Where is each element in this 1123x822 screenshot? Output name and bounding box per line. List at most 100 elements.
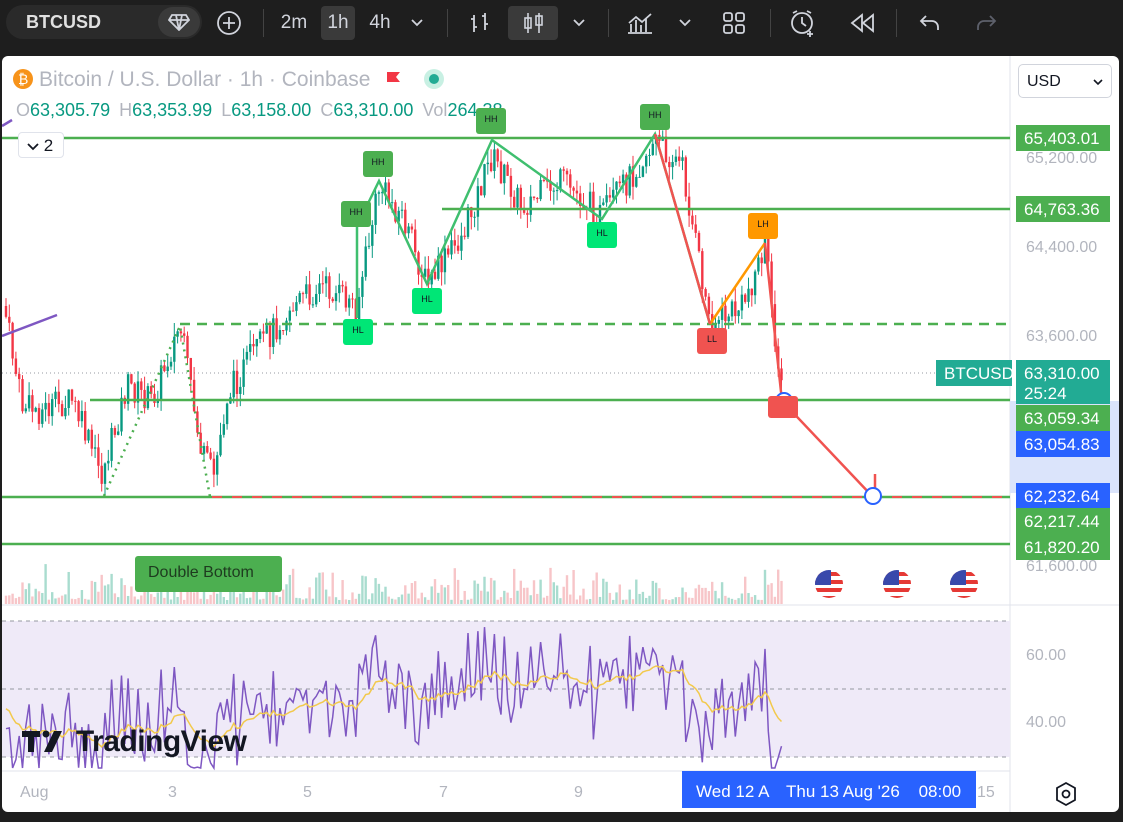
- candle-body: [707, 296, 711, 315]
- candle-body: [539, 179, 542, 200]
- volume-bar: [648, 595, 651, 604]
- candle-body: [8, 316, 11, 323]
- volume-bar: [103, 585, 107, 604]
- interval-1h-button[interactable]: 1h: [321, 6, 355, 40]
- volume-bar: [206, 599, 209, 604]
- candle-body: [463, 235, 466, 237]
- double-bottom-label[interactable]: Double Bottom: [135, 556, 282, 592]
- gem-icon[interactable]: [158, 7, 200, 37]
- chart-frame[interactable]: ₿ Bitcoin / U.S. Dollar · 1h · Coinbase …: [2, 56, 1119, 812]
- volume-bar: [585, 599, 588, 604]
- volume-bar: [770, 583, 773, 604]
- candle-body: [225, 403, 229, 425]
- volume-bar: [351, 592, 354, 604]
- price-tick: 63,600.00: [1026, 328, 1098, 345]
- pattern-label-lh[interactable]: LH: [748, 213, 778, 239]
- candle-body: [166, 366, 169, 372]
- us-flag-icon[interactable]: [813, 568, 845, 600]
- volume-bar: [153, 596, 156, 604]
- volume-bar: [437, 592, 440, 604]
- flag-icon: [386, 72, 400, 82]
- volume-bar: [308, 587, 311, 604]
- candle-body: [516, 187, 519, 208]
- undo-icon[interactable]: [912, 6, 948, 40]
- pattern-label-hl[interactable]: HL: [343, 319, 373, 345]
- layout-grid-icon[interactable]: [716, 6, 752, 40]
- interval-2m-button[interactable]: 2m: [276, 6, 312, 40]
- candle-body: [724, 305, 727, 322]
- volume-bar: [21, 582, 24, 604]
- pattern-label-hh[interactable]: HH: [363, 151, 393, 177]
- price-tag-drawing: 62,232.64: [1016, 483, 1110, 509]
- volume-bar: [618, 584, 621, 604]
- volume-bar: [483, 576, 486, 604]
- candle-body: [357, 296, 361, 320]
- candle-body: [298, 293, 301, 303]
- symbol-search[interactable]: BTCUSD: [6, 5, 202, 39]
- volume-bar: [60, 595, 64, 604]
- candle-body: [651, 143, 654, 155]
- chevron-down-icon[interactable]: [404, 6, 430, 40]
- volume-bar: [724, 595, 727, 604]
- interval-4h-button[interactable]: 4h: [362, 6, 398, 40]
- candle-body: [11, 322, 14, 359]
- add-symbol-icon[interactable]: [212, 6, 246, 40]
- volume-bar: [209, 594, 212, 604]
- currency-select[interactable]: USD: [1018, 64, 1112, 98]
- us-flag-icon[interactable]: [948, 568, 980, 600]
- candle-body: [559, 169, 562, 191]
- candle-body: [272, 318, 275, 347]
- candle-body: [519, 187, 522, 208]
- pattern-label-hl[interactable]: HL: [587, 222, 617, 248]
- price-tag-level: 62,217.44: [1016, 508, 1110, 534]
- time-tick: 7: [439, 784, 448, 801]
- price-tag-level: 65,403.01: [1016, 125, 1110, 151]
- replay-icon[interactable]: [844, 6, 880, 40]
- candle-body: [196, 411, 199, 433]
- volume-bar: [54, 598, 57, 604]
- pattern-label-hl[interactable]: HL: [412, 288, 442, 314]
- chart-canvas[interactable]: [2, 56, 1119, 812]
- candle-body: [93, 447, 97, 449]
- volume-bar: [27, 583, 31, 604]
- volume-bar: [222, 596, 225, 604]
- volume-bar: [704, 587, 707, 604]
- indicators-icon[interactable]: [620, 6, 660, 40]
- tradingview-logo[interactable]: TradingView: [20, 725, 247, 759]
- candle-body: [321, 283, 324, 285]
- pattern-label-hh[interactable]: HH: [640, 104, 670, 130]
- candle-body: [14, 358, 18, 374]
- pattern-label-hh[interactable]: HH: [341, 201, 371, 227]
- price-tick: 65,200.00: [1026, 150, 1098, 167]
- candle-body: [744, 294, 747, 302]
- volume-bar: [84, 598, 87, 604]
- alert-clock-icon[interactable]: [784, 6, 822, 40]
- candle-body: [674, 156, 678, 162]
- chevron-down-icon[interactable]: [672, 6, 698, 40]
- pattern-label-ll[interactable]: LL: [697, 328, 727, 354]
- volume-bar: [499, 597, 503, 604]
- candle-body: [592, 191, 595, 224]
- candles-icon[interactable]: [508, 6, 558, 40]
- redo-icon[interactable]: [968, 6, 1004, 40]
- volume-bar: [727, 597, 730, 604]
- volume-bar: [681, 587, 684, 604]
- volume-bar: [235, 597, 239, 604]
- chevron-down-icon[interactable]: [566, 6, 592, 40]
- collapse-indicators-button[interactable]: 2: [18, 132, 64, 158]
- candle-body: [450, 240, 453, 255]
- volume-bar: [450, 599, 453, 604]
- candle-body: [671, 161, 674, 168]
- pattern-label-hh[interactable]: HH: [476, 108, 506, 134]
- bar-chart-icon[interactable]: [462, 6, 498, 40]
- us-flag-icon[interactable]: [881, 568, 913, 600]
- volume-bar: [509, 597, 513, 604]
- candle-body: [140, 381, 143, 390]
- volume-bar: [107, 584, 110, 604]
- volume-bar: [77, 597, 80, 604]
- candle-body: [404, 209, 407, 234]
- chart-settings-icon[interactable]: [1052, 780, 1080, 808]
- volume-bar: [694, 588, 697, 604]
- volume-bar: [288, 574, 291, 604]
- volume-bar: [654, 582, 658, 604]
